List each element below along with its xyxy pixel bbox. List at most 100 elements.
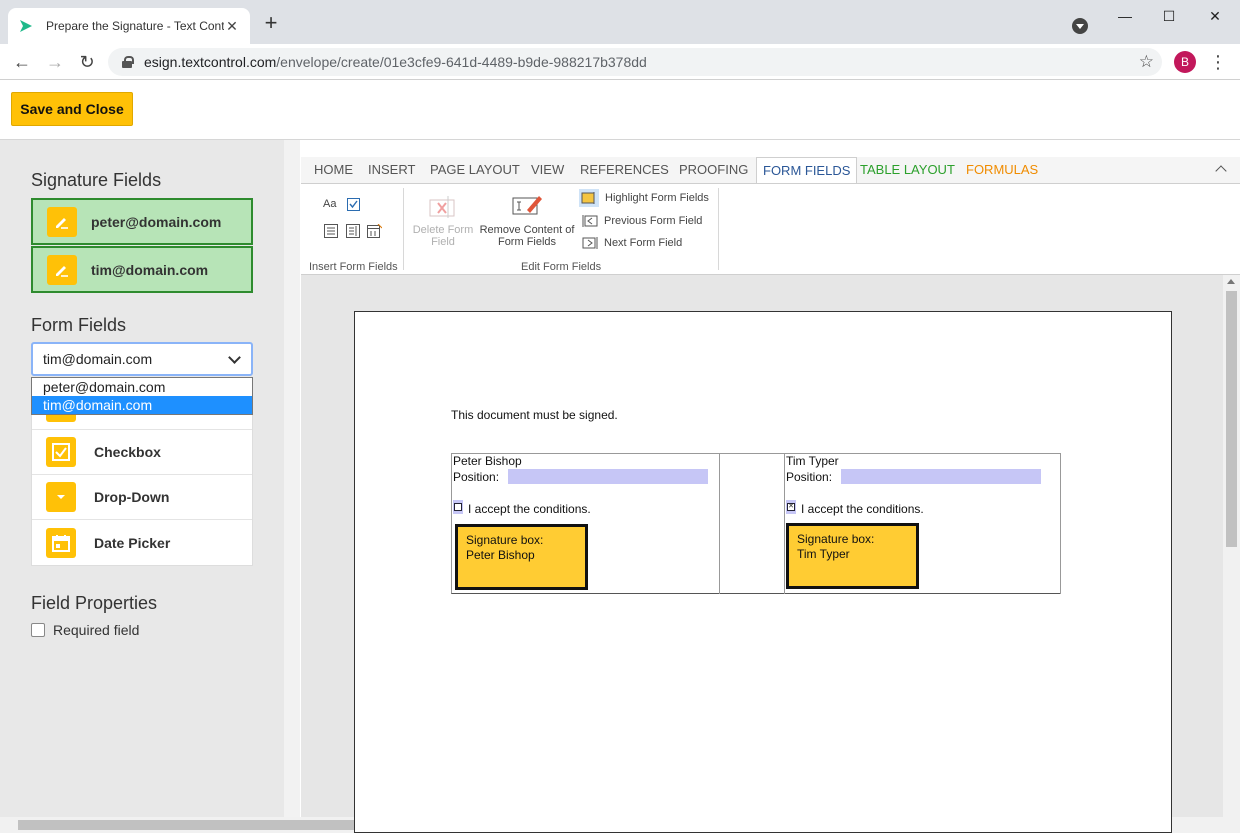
previous-form-field-label: Previous Form Field — [604, 215, 703, 227]
ribbon-separator — [718, 188, 719, 270]
signer-dropdown-list: peter@domain.com tim@domain.com — [31, 377, 253, 415]
tab-references[interactable]: REFERENCES — [574, 157, 675, 183]
pen-icon — [47, 254, 77, 285]
browser-tab[interactable]: Prepare the Signature - Text Cont ✕ — [8, 8, 250, 44]
window-close-icon[interactable]: ✕ — [1192, 4, 1238, 28]
tab-formulas[interactable]: FORMULAS — [960, 157, 1044, 183]
reload-icon[interactable]: ↻ — [75, 50, 99, 74]
accept-label-left: I accept the conditions. — [468, 502, 591, 516]
insert-form-fields-group-label: Insert Form Fields — [309, 261, 398, 273]
edit-form-fields-group-label: Edit Form Fields — [521, 261, 602, 273]
checkbox-icon — [46, 437, 76, 467]
vertical-scrollbar-thumb[interactable] — [1226, 291, 1237, 547]
ribbon-separator — [403, 188, 404, 270]
signature-box-right[interactable]: Signature box: Tim Typer — [786, 523, 919, 589]
tab-proofing[interactable]: PROOFING — [673, 157, 754, 183]
signature-box-title: Signature box: — [797, 532, 875, 546]
signature-fields-title: Signature Fields — [31, 170, 162, 190]
signature-field-label: tim@domain.com — [91, 261, 209, 278]
form-field-date-picker[interactable]: Date Picker — [32, 520, 252, 565]
signature-box-name: Tim Typer — [797, 547, 850, 561]
accept-checkbox-left[interactable] — [453, 500, 463, 514]
tab-table-layout[interactable]: TABLE LAYOUT — [854, 157, 961, 183]
insert-dropdown-icon[interactable] — [346, 224, 360, 238]
signature-field-label: peter@domain.com — [91, 213, 222, 230]
tab-view[interactable]: VIEW — [525, 157, 570, 183]
next-form-field-label: Next Form Field — [604, 237, 683, 249]
signature-box-title: Signature box: — [466, 533, 544, 547]
back-arrow-icon[interactable]: ← — [10, 50, 34, 74]
position-field-right[interactable] — [841, 469, 1041, 484]
highlight-form-fields-button[interactable]: Highlight Form Fields — [579, 189, 709, 207]
calendar-icon — [46, 527, 76, 558]
delete-form-field-icon[interactable] — [428, 194, 458, 220]
tab-title: Prepare the Signature - Text Cont — [46, 19, 224, 33]
form-field-checkbox[interactable]: Checkbox — [32, 430, 252, 475]
form-field-label: Date Picker — [94, 534, 171, 551]
next-form-field-button[interactable]: Next Form Field — [582, 236, 682, 250]
tab-page-layout[interactable]: PAGE LAYOUT — [424, 157, 526, 183]
dropdown-icon — [46, 482, 76, 512]
tab-insert[interactable]: INSERT — [362, 157, 421, 183]
save-and-close-button[interactable]: Save and Close — [11, 92, 133, 126]
table-cell-divider — [719, 453, 720, 594]
tab-home[interactable]: HOME — [308, 157, 359, 183]
url-input[interactable]: esign.textcontrol.com/envelope/create/01… — [108, 48, 1162, 76]
dropdown-option[interactable]: peter@domain.com — [32, 378, 252, 396]
lock-icon — [122, 56, 134, 68]
signature-field-peter[interactable]: peter@domain.com — [31, 198, 253, 245]
tab-close-icon[interactable]: ✕ — [224, 18, 240, 34]
position-label-left: Position: — [453, 470, 500, 484]
form-field-dropdown[interactable]: Drop-Down — [32, 475, 252, 520]
signature-field-tim[interactable]: tim@domain.com — [31, 246, 253, 293]
pen-icon — [47, 206, 77, 237]
position-field-left[interactable] — [508, 469, 708, 484]
remove-content-icon[interactable] — [511, 192, 543, 220]
signature-box-left[interactable]: Signature box: Peter Bishop — [455, 524, 588, 590]
document-intro-text: This document must be signed. — [451, 408, 618, 422]
browser-tab-bar: Prepare the Signature - Text Cont ✕ + — … — [0, 0, 1240, 44]
maximize-icon[interactable]: ☐ — [1146, 4, 1192, 28]
insert-combobox-icon[interactable] — [324, 224, 338, 238]
insert-checkbox-icon[interactable] — [347, 198, 360, 211]
sidebar-splitter[interactable] — [284, 140, 300, 833]
required-field-row[interactable]: Required field — [31, 622, 139, 638]
url-text: esign.textcontrol.com/envelope/create/01… — [144, 54, 647, 70]
required-field-checkbox[interactable] — [31, 623, 45, 637]
ribbon-tab-bar: HOME INSERT PAGE LAYOUT VIEW REFERENCES … — [301, 157, 1240, 183]
insert-date-icon[interactable] — [367, 224, 382, 238]
previous-field-icon — [582, 215, 598, 227]
form-fields-title: Form Fields — [31, 315, 127, 335]
signer-name-left: Peter Bishop — [453, 454, 522, 468]
bookmark-star-icon[interactable]: ☆ — [1139, 52, 1154, 72]
highlight-form-fields-label: Highlight Form Fields — [605, 192, 709, 204]
tab-search-icon[interactable] — [1072, 18, 1088, 34]
minimize-icon[interactable]: — — [1102, 4, 1148, 28]
previous-form-field-button[interactable]: Previous Form Field — [582, 214, 702, 228]
highlight-icon — [579, 189, 599, 207]
vertical-scrollbar[interactable] — [1223, 275, 1240, 817]
scroll-up-icon[interactable] — [1227, 279, 1235, 284]
signature-box-name: Peter Bishop — [466, 548, 535, 562]
accept-checkbox-right[interactable]: ✕ — [786, 500, 796, 514]
tab-form-fields[interactable]: FORM FIELDS — [756, 157, 858, 183]
new-tab-icon[interactable]: + — [260, 12, 282, 34]
ribbon-body: Aa Insert Form Fields Delete Form Field R… — [301, 183, 1240, 275]
browser-menu-icon[interactable]: ⋮ — [1208, 50, 1228, 74]
field-properties-title: Field Properties — [31, 593, 158, 613]
position-label-right: Position: — [786, 470, 833, 484]
remove-content-label: Remove Content of Form Fields — [479, 224, 575, 248]
signer-select[interactable]: tim@domain.com — [31, 342, 253, 376]
delete-form-field-label: Delete Form Field — [412, 224, 474, 248]
profile-avatar[interactable]: B — [1174, 51, 1196, 73]
table-cell-divider — [1060, 453, 1061, 594]
form-field-label: Checkbox — [94, 444, 161, 460]
dropdown-option-selected[interactable]: tim@domain.com — [32, 396, 252, 414]
required-field-label: Required field — [53, 622, 140, 638]
forward-arrow-icon[interactable]: → — [43, 50, 67, 74]
insert-text-field-icon[interactable]: Aa — [323, 198, 336, 210]
signer-name-right: Tim Typer — [786, 454, 839, 468]
signer-select-value: tim@domain.com — [43, 351, 153, 367]
app-header: Save and Close — [0, 81, 1240, 140]
accept-label-right: I accept the conditions. — [801, 502, 924, 516]
